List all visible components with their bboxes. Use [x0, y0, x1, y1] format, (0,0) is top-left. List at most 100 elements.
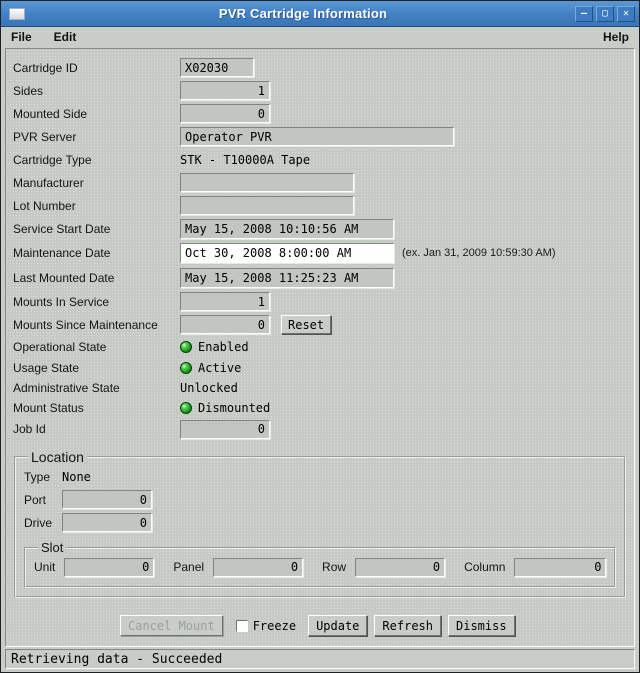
usage-state-label: Usage State: [13, 361, 80, 375]
content-panel: Cartridge ID X02030 Sides 1 Mounted Side…: [5, 48, 635, 647]
row-cartridge-id: Cartridge ID X02030: [13, 56, 628, 79]
green-led-icon: [180, 362, 192, 374]
row-last-mounted-date: Last Mounted Date May 15, 2008 11:25:23 …: [13, 265, 628, 290]
cartridge-id-label: Cartridge ID: [13, 60, 78, 75]
green-led-icon: [180, 341, 192, 353]
slot-panel-label: Panel: [173, 560, 205, 574]
row-job-id: Job Id 0: [13, 418, 628, 440]
service-start-date-field: May 15, 2008 10:10:56 AM: [180, 218, 394, 239]
slot-column-group: Column 0: [464, 557, 607, 577]
mounted-side-label: Mounted Side: [13, 106, 88, 121]
row-lot-number: Lot Number: [13, 194, 628, 217]
dismiss-button[interactable]: Dismiss: [448, 615, 515, 636]
mount-status-label: Mount Status: [13, 401, 84, 415]
cartridge-type-label: Cartridge Type: [13, 152, 92, 167]
slot-row-label: Row: [322, 560, 347, 574]
maintenance-date-hint: (ex. Jan 31, 2009 10:59:30 AM): [402, 246, 556, 259]
slot-column-field: 0: [514, 557, 607, 577]
freeze-checkbox[interactable]: [235, 619, 248, 632]
row-operational-state: Operational State Enabled: [13, 336, 628, 358]
slot-group: Slot Unit 0 Panel 0 Row 0 Column 0: [24, 540, 617, 588]
mounts-in-service-field: 1: [180, 292, 270, 311]
menu-file[interactable]: File: [11, 30, 32, 44]
mounts-since-maintenance-field: 0: [180, 315, 270, 334]
row-sides: Sides 1: [13, 79, 628, 102]
mounts-in-service-label: Mounts In Service: [13, 294, 110, 309]
row-cartridge-type: Cartridge Type STK - T10000A Tape: [13, 148, 628, 171]
slot-row: Unit 0 Panel 0 Row 0 Column 0: [34, 555, 607, 579]
window-title: PVR Cartridge Information: [218, 6, 388, 21]
location-drive-label: Drive: [24, 515, 53, 530]
job-id-field: 0: [180, 419, 270, 439]
freeze-checkbox-wrap: Freeze: [235, 618, 297, 633]
last-mounted-date-label: Last Mounted Date: [13, 270, 115, 285]
minimize-button[interactable]: —: [575, 5, 593, 22]
lot-number-field: [180, 196, 354, 215]
pvr-cartridge-window: PVR Cartridge Information — ▢ ✕ File Edi…: [0, 0, 640, 673]
slot-column-label: Column: [464, 560, 506, 574]
slot-row-group: Row 0: [322, 557, 446, 577]
window-icon: [9, 7, 25, 20]
mounted-side-field: 0: [180, 104, 270, 123]
slot-unit-group: Unit 0: [34, 557, 155, 577]
lot-number-label: Lot Number: [13, 198, 76, 213]
status-bar: Retrieving data - Succeeded: [5, 649, 635, 669]
freeze-checkbox-label: Freeze: [252, 618, 297, 633]
job-id-label: Job Id: [13, 422, 46, 436]
row-location-drive: Drive 0: [24, 511, 616, 534]
sides-label: Sides: [13, 83, 44, 98]
row-pvr-server: PVR Server Operator PVR: [13, 125, 628, 148]
row-service-start-date: Service Start Date May 15, 2008 10:10:56…: [13, 217, 628, 240]
location-port-field: 0: [62, 490, 152, 509]
menu-help[interactable]: Help: [603, 30, 629, 44]
manufacturer-label: Manufacturer: [13, 175, 84, 190]
slot-unit-label: Unit: [34, 560, 56, 574]
reset-button[interactable]: Reset: [281, 315, 332, 334]
slot-group-title: Slot: [41, 540, 64, 555]
slot-panel-group: Panel 0: [173, 557, 304, 577]
row-mounts-in-service: Mounts In Service 1: [13, 290, 628, 313]
statusbar-wrap: Retrieving data - Succeeded: [1, 647, 639, 672]
menu-edit[interactable]: Edit: [54, 30, 77, 44]
location-group-title: Location: [31, 449, 84, 465]
operational-state-label: Operational State: [13, 340, 107, 354]
cancel-mount-button: Cancel Mount: [120, 615, 223, 636]
row-administrative-state: Administrative State Unlocked: [13, 378, 628, 398]
row-mount-status: Mount Status Dismounted: [13, 398, 628, 418]
pvr-server-field: Operator PVR: [180, 127, 454, 146]
location-type-label: Type: [24, 470, 51, 484]
update-button[interactable]: Update: [308, 615, 368, 636]
close-button[interactable]: ✕: [617, 5, 635, 22]
usage-state-value: Active: [198, 361, 242, 375]
row-manufacturer: Manufacturer: [13, 171, 628, 194]
location-group: Location Type None Port 0 Drive 0 Slot U…: [14, 449, 627, 598]
mounts-since-maintenance-label: Mounts Since Maintenance: [13, 317, 158, 332]
maintenance-date-label: Maintenance Date: [13, 245, 111, 260]
row-usage-state: Usage State Active: [13, 358, 628, 378]
last-mounted-date-field: May 15, 2008 11:25:23 AM: [180, 267, 394, 288]
service-start-date-label: Service Start Date: [13, 221, 111, 236]
location-type-value: None: [62, 470, 91, 484]
row-location-type: Type None: [24, 466, 616, 488]
manufacturer-field: [180, 173, 354, 192]
refresh-button[interactable]: Refresh: [374, 615, 441, 636]
administrative-state-value: Unlocked: [180, 381, 238, 395]
maintenance-date-input[interactable]: [180, 242, 394, 263]
action-button-row: Cancel Mount Freeze Update Refresh Dismi…: [120, 615, 628, 636]
slot-panel-field: 0: [213, 557, 304, 577]
location-port-label: Port: [24, 492, 47, 507]
row-mounts-since-maintenance: Mounts Since Maintenance 0 Reset: [13, 313, 628, 336]
row-maintenance-date: Maintenance Date (ex. Jan 31, 2009 10:59…: [13, 240, 628, 265]
titlebar[interactable]: PVR Cartridge Information — ▢ ✕: [1, 1, 639, 27]
mount-status-value: Dismounted: [198, 401, 271, 415]
row-mounted-side: Mounted Side 0: [13, 102, 628, 125]
row-location-port: Port 0: [24, 488, 616, 511]
administrative-state-label: Administrative State: [13, 381, 120, 395]
maximize-button[interactable]: ▢: [596, 5, 614, 22]
operational-state-value: Enabled: [198, 340, 249, 354]
sides-field: 1: [180, 81, 270, 100]
cartridge-type-value: STK - T10000A Tape: [180, 152, 311, 167]
menubar: File Edit Help: [1, 27, 639, 47]
green-led-icon: [180, 402, 192, 414]
location-drive-field: 0: [62, 513, 152, 532]
